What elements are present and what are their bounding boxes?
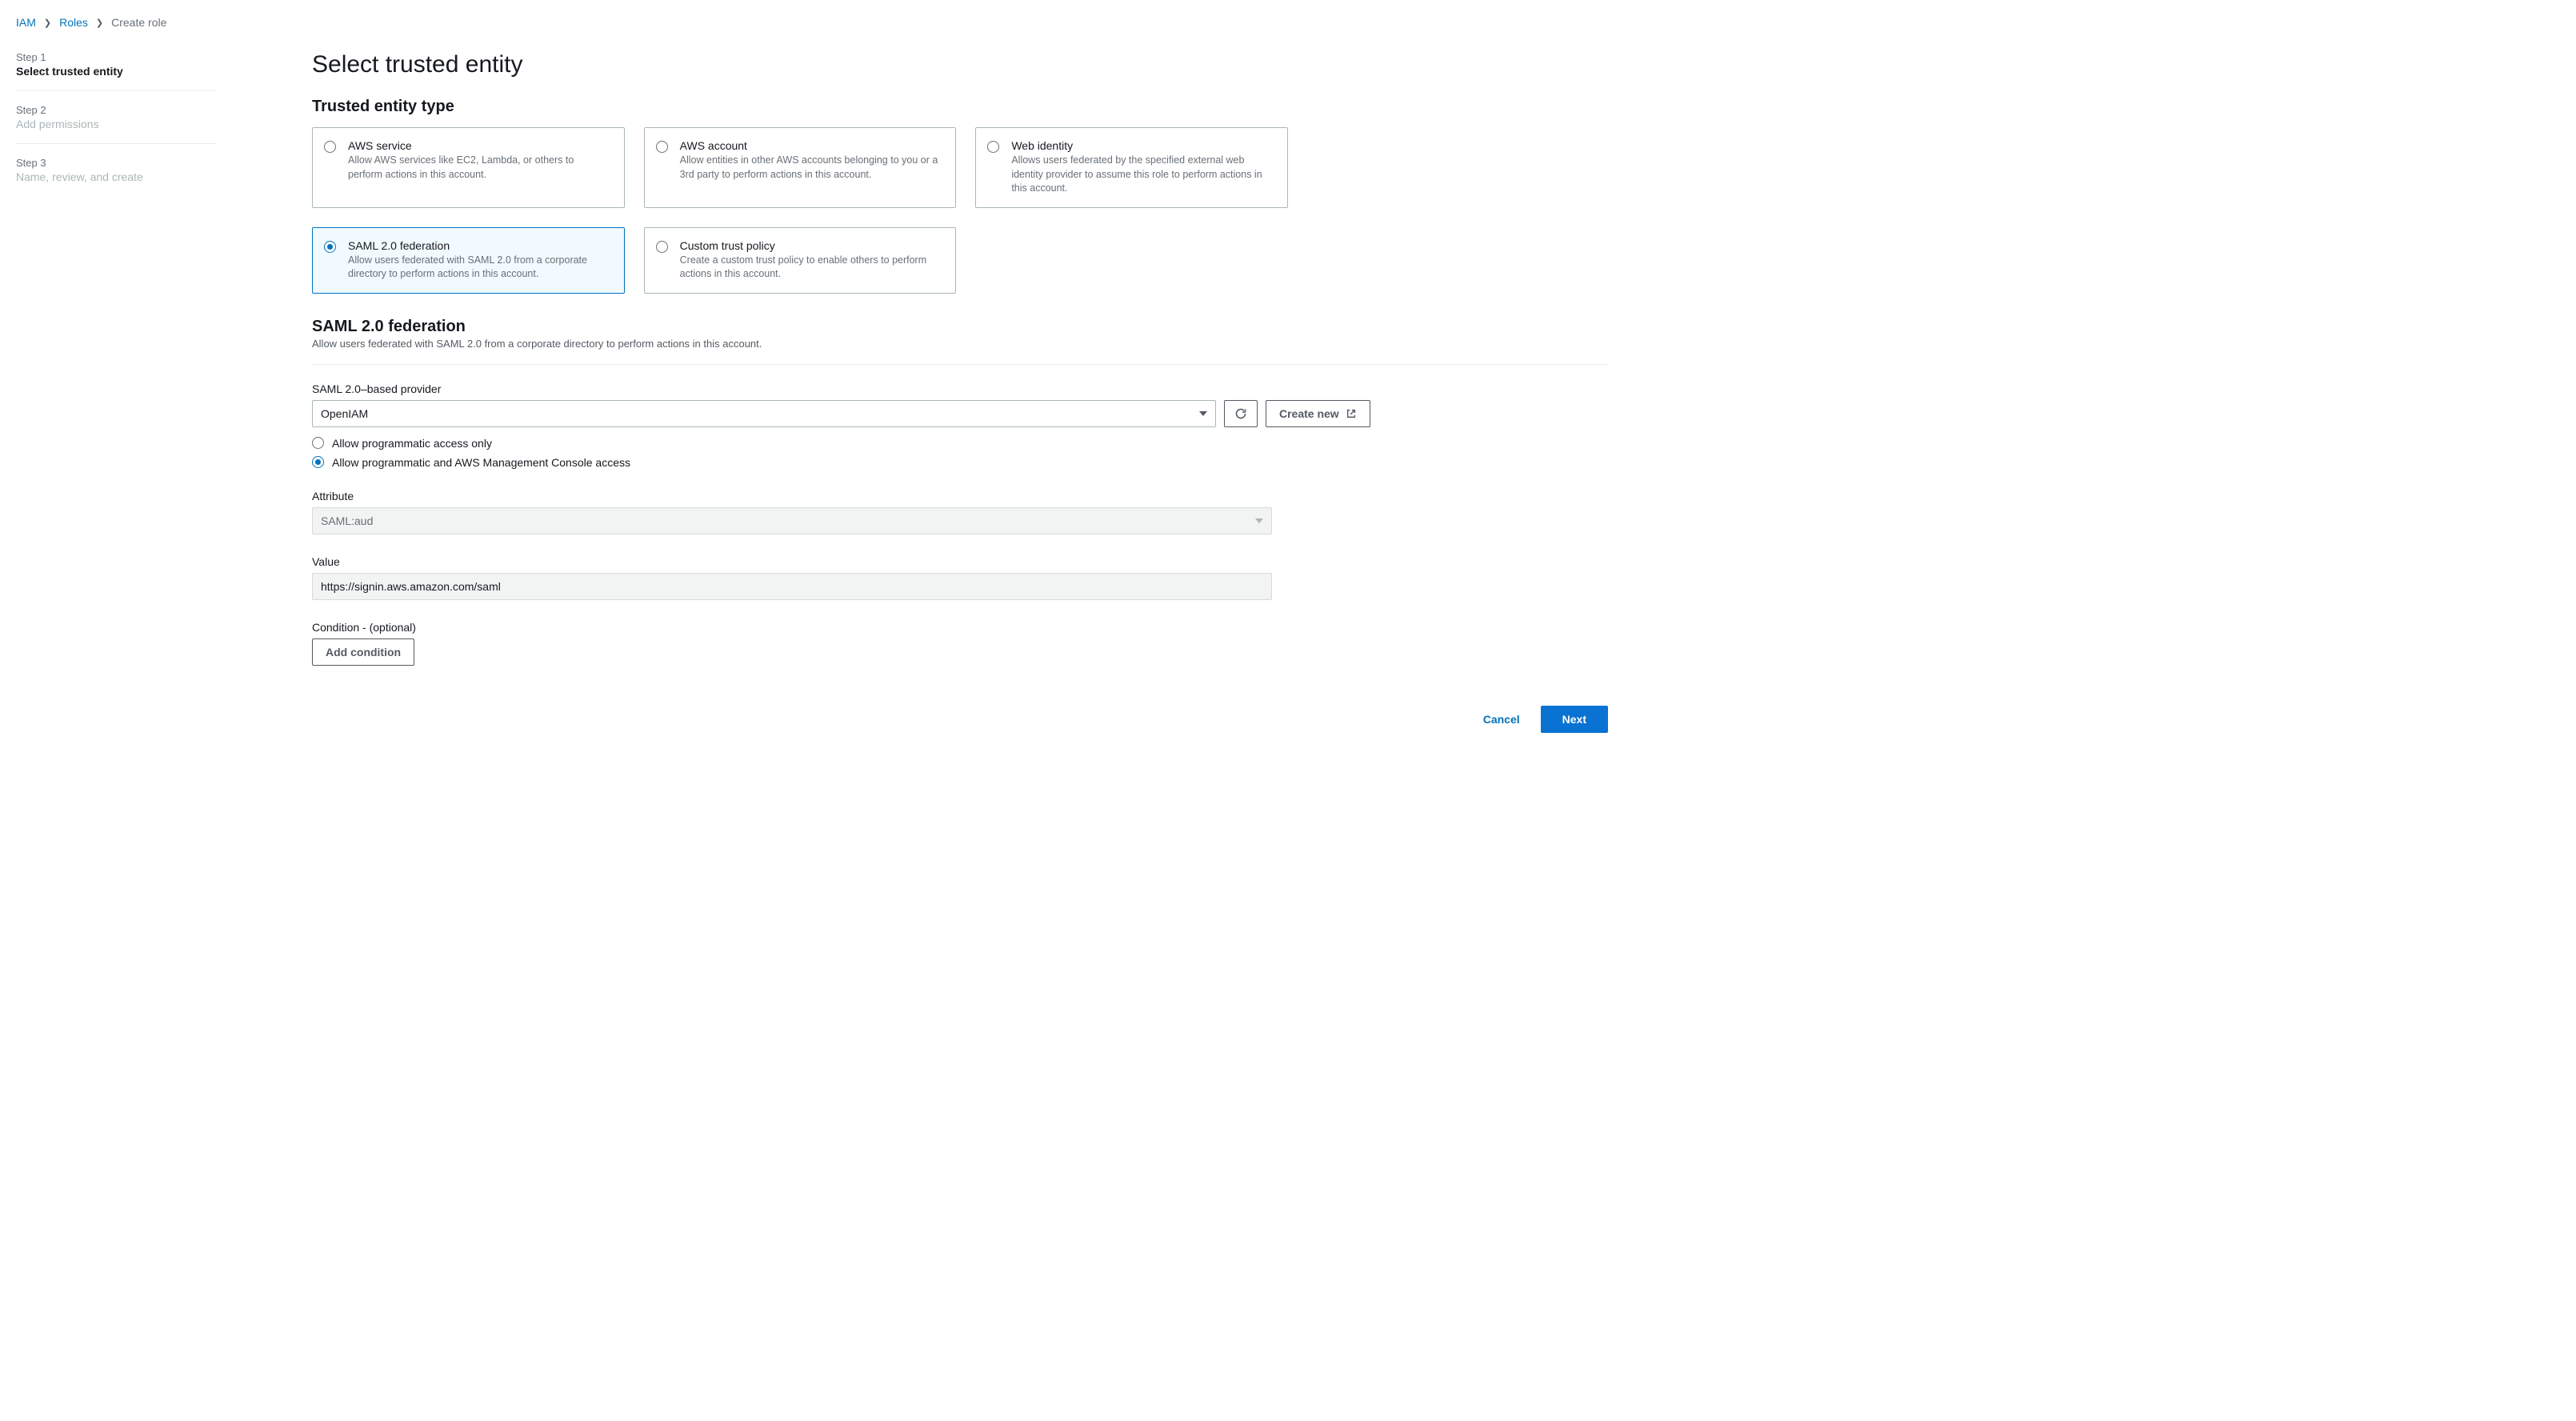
- caret-down-icon: [1199, 411, 1207, 416]
- radio-icon: [987, 141, 999, 153]
- card-title: AWS account: [680, 139, 943, 152]
- radio-icon: [312, 456, 324, 468]
- wizard-footer: Cancel Next: [312, 706, 1608, 733]
- card-title: Custom trust policy: [680, 239, 943, 252]
- next-button[interactable]: Next: [1541, 706, 1608, 733]
- section-heading-trusted-entity-type: Trusted entity type: [312, 98, 1608, 116]
- cancel-button[interactable]: Cancel: [1470, 706, 1533, 733]
- saml-heading: SAML 2.0 federation: [312, 318, 1608, 336]
- step-num: Step 2: [16, 104, 216, 116]
- attribute-select-value: SAML:aud: [321, 514, 373, 527]
- provider-label: SAML 2.0–based provider: [312, 382, 1608, 395]
- step-num: Step 1: [16, 51, 216, 63]
- value-input: [312, 573, 1272, 600]
- wizard-steps: Step 1 Select trusted entity Step 2 Add …: [16, 51, 216, 733]
- divider: [312, 364, 1608, 365]
- radio-icon: [324, 241, 336, 253]
- attribute-select: SAML:aud: [312, 507, 1272, 534]
- breadcrumb-iam[interactable]: IAM: [16, 16, 36, 29]
- add-condition-button[interactable]: Add condition: [312, 638, 414, 666]
- entity-type-cards: AWS service Allow AWS services like EC2,…: [312, 127, 1288, 294]
- radio-icon: [312, 437, 324, 449]
- radio-icon: [656, 141, 668, 153]
- card-desc: Allow users federated with SAML 2.0 from…: [348, 254, 611, 282]
- radio-icon: [656, 241, 668, 253]
- page-title: Select trusted entity: [312, 51, 1608, 78]
- card-title: Web identity: [1011, 139, 1274, 152]
- create-new-provider-button[interactable]: Create new: [1266, 400, 1370, 427]
- external-link-icon: [1346, 408, 1357, 419]
- card-desc: Create a custom trust policy to enable o…: [680, 254, 943, 282]
- card-title: AWS service: [348, 139, 611, 152]
- value-label: Value: [312, 555, 1272, 568]
- button-label: Next: [1562, 713, 1586, 726]
- refresh-button[interactable]: [1224, 400, 1258, 427]
- card-desc: Allows users federated by the specified …: [1011, 154, 1274, 196]
- main-content: Select trusted entity Trusted entity typ…: [312, 51, 1608, 733]
- entity-type-aws-account[interactable]: AWS account Allow entities in other AWS …: [644, 127, 957, 208]
- card-title: SAML 2.0 federation: [348, 239, 611, 252]
- condition-label: Condition - (optional): [312, 621, 1272, 634]
- button-label: Create new: [1279, 407, 1339, 420]
- card-desc: Allow AWS services like EC2, Lambda, or …: [348, 154, 611, 182]
- step-2[interactable]: Step 2 Add permissions: [16, 104, 216, 144]
- step-3[interactable]: Step 3 Name, review, and create: [16, 157, 216, 196]
- breadcrumb: IAM ❯ Roles ❯ Create role: [16, 16, 2560, 29]
- chevron-right-icon: ❯: [96, 18, 103, 28]
- step-title: Add permissions: [16, 118, 216, 130]
- provider-select-value: OpenIAM: [321, 407, 368, 420]
- step-1[interactable]: Step 1 Select trusted entity: [16, 51, 216, 91]
- card-desc: Allow entities in other AWS accounts bel…: [680, 154, 943, 182]
- breadcrumb-current: Create role: [111, 16, 166, 29]
- chevron-right-icon: ❯: [44, 18, 51, 28]
- provider-select[interactable]: OpenIAM: [312, 400, 1216, 427]
- button-label: Add condition: [326, 646, 401, 658]
- access-console-radio[interactable]: Allow programmatic and AWS Management Co…: [312, 456, 1608, 469]
- entity-type-aws-service[interactable]: AWS service Allow AWS services like EC2,…: [312, 127, 625, 208]
- step-num: Step 3: [16, 157, 216, 169]
- caret-down-icon: [1255, 518, 1263, 523]
- access-programmatic-only-radio[interactable]: Allow programmatic access only: [312, 437, 1608, 450]
- saml-desc: Allow users federated with SAML 2.0 from…: [312, 338, 1608, 350]
- entity-type-web-identity[interactable]: Web identity Allows users federated by t…: [975, 127, 1288, 208]
- button-label: Cancel: [1483, 713, 1520, 726]
- entity-type-saml[interactable]: SAML 2.0 federation Allow users federate…: [312, 227, 625, 294]
- radio-label: Allow programmatic and AWS Management Co…: [332, 456, 630, 469]
- attribute-label: Attribute: [312, 490, 1272, 502]
- radio-icon: [324, 141, 336, 153]
- entity-type-custom[interactable]: Custom trust policy Create a custom trus…: [644, 227, 957, 294]
- step-title: Select trusted entity: [16, 65, 216, 78]
- refresh-icon: [1234, 407, 1247, 420]
- breadcrumb-roles[interactable]: Roles: [59, 16, 88, 29]
- radio-label: Allow programmatic access only: [332, 437, 492, 450]
- step-title: Name, review, and create: [16, 170, 216, 183]
